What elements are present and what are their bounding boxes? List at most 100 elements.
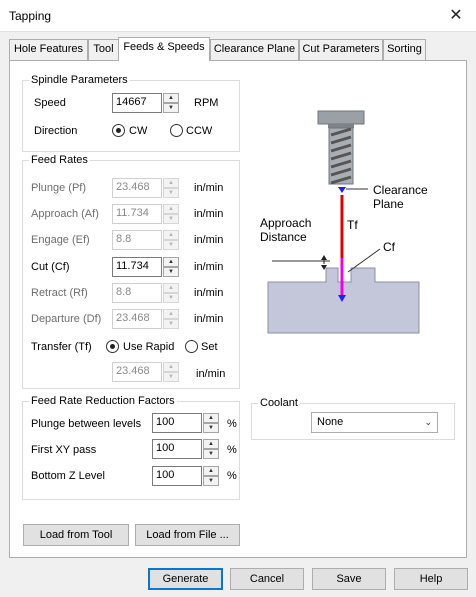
spin-down-icon[interactable]: ▼: [163, 214, 179, 224]
ccw-radio[interactable]: [170, 124, 183, 137]
coolant-label: Coolant: [258, 397, 300, 409]
tool-collar: [328, 124, 354, 128]
spin-down-icon[interactable]: ▼: [163, 267, 179, 277]
tab-feeds-speeds[interactable]: Feeds & Speeds: [118, 37, 210, 61]
close-icon[interactable]: ✕: [446, 6, 466, 26]
spin-down-icon[interactable]: ▼: [163, 372, 179, 382]
tf-label: Tf: [347, 218, 358, 232]
set-label: Set: [201, 341, 218, 353]
spin-up-icon[interactable]: ▲: [163, 93, 179, 103]
first-xy-pass-stepper[interactable]: ▲ ▼: [203, 439, 219, 459]
window-title: Tapping: [9, 9, 52, 23]
spin-up-icon[interactable]: ▲: [163, 204, 179, 214]
transfer-label: Transfer (Tf): [31, 341, 92, 353]
cut-label: Cut (Cf): [31, 261, 70, 273]
percent-label: %: [227, 444, 237, 456]
use-rapid-radio[interactable]: [106, 340, 119, 353]
retract-stepper[interactable]: ▲ ▼: [163, 283, 179, 303]
tab-sorting[interactable]: Sorting: [383, 39, 426, 60]
plunge-between-levels-stepper[interactable]: ▲ ▼: [203, 413, 219, 433]
spin-up-icon[interactable]: ▲: [203, 466, 219, 476]
retract-input[interactable]: 8.8: [112, 283, 162, 303]
first-xy-pass-input[interactable]: 100: [152, 439, 202, 459]
generate-button[interactable]: Generate: [148, 568, 223, 590]
spin-up-icon[interactable]: ▲: [163, 362, 179, 372]
spin-up-icon[interactable]: ▲: [163, 283, 179, 293]
plunge-input[interactable]: 23.468: [112, 178, 162, 198]
direction-label: Direction: [34, 125, 78, 137]
transfer-stepper[interactable]: ▲ ▼: [163, 362, 179, 382]
plunge-between-levels-input[interactable]: 100: [152, 413, 202, 433]
spin-up-icon[interactable]: ▲: [203, 439, 219, 449]
clearance-label-line2: Plane: [373, 197, 404, 211]
spin-up-icon[interactable]: ▲: [163, 309, 179, 319]
spin-down-icon[interactable]: ▼: [163, 319, 179, 329]
coolant-selected-value: None: [317, 416, 344, 428]
help-button[interactable]: Help: [394, 568, 468, 590]
cw-radio[interactable]: [112, 124, 125, 137]
tab-label: Feeds & Speeds: [123, 41, 205, 53]
percent-label: %: [227, 418, 237, 430]
tab-label: Sorting: [387, 43, 422, 55]
engage-label: Engage (Ef): [31, 234, 90, 246]
bottom-z-level-stepper[interactable]: ▲ ▼: [203, 466, 219, 486]
transfer-input[interactable]: 23.468: [112, 362, 162, 382]
cancel-button[interactable]: Cancel: [230, 568, 304, 590]
cf-label: Cf: [383, 240, 395, 254]
plunge-stepper[interactable]: ▲ ▼: [163, 178, 179, 198]
departure-input[interactable]: 23.468: [112, 309, 162, 329]
spin-up-icon[interactable]: ▲: [163, 178, 179, 188]
departure-stepper[interactable]: ▲ ▼: [163, 309, 179, 329]
spin-up-icon[interactable]: ▲: [203, 413, 219, 423]
departure-label: Departure (Df): [31, 313, 102, 325]
speed-input[interactable]: 14667: [112, 93, 162, 113]
load-from-file-button[interactable]: Load from File ...: [135, 524, 240, 546]
departure-unit: in/min: [194, 313, 224, 325]
coolant-select[interactable]: None ⌄: [311, 412, 438, 433]
tab-label: Clearance Plane: [213, 43, 296, 55]
tab-cut-parameters[interactable]: Cut Parameters: [299, 39, 383, 60]
engage-input[interactable]: 8.8: [112, 230, 162, 250]
tab-hole-features[interactable]: Hole Features: [9, 39, 88, 60]
approach-stepper[interactable]: ▲ ▼: [163, 204, 179, 224]
ccw-label: CCW: [186, 125, 213, 137]
feed-rates-label: Feed Rates: [29, 154, 90, 166]
plunge-unit: in/min: [194, 182, 224, 194]
percent-label: %: [227, 470, 237, 482]
approach-input[interactable]: 11.734: [112, 204, 162, 224]
retract-label: Retract (Rf): [31, 287, 88, 299]
plunge-label: Plunge (Pf): [31, 182, 87, 194]
approach-label-line2: Distance: [260, 230, 307, 244]
spin-down-icon[interactable]: ▼: [203, 449, 219, 459]
speed-unit-label: RPM: [194, 97, 219, 109]
set-radio[interactable]: [185, 340, 198, 353]
bottom-z-level-label: Bottom Z Level: [31, 470, 105, 482]
title-bar: [0, 0, 476, 32]
engage-stepper[interactable]: ▲ ▼: [163, 230, 179, 250]
engage-unit: in/min: [194, 234, 224, 246]
tool-holder: [317, 110, 365, 125]
approach-label: Approach (Af): [31, 208, 99, 220]
spin-up-icon[interactable]: ▲: [163, 230, 179, 240]
speed-label: Speed: [34, 97, 66, 109]
spin-down-icon[interactable]: ▼: [163, 188, 179, 198]
speed-stepper[interactable]: ▲ ▼: [163, 93, 179, 113]
first-xy-pass-label: First XY pass: [31, 444, 97, 456]
approach-unit: in/min: [194, 208, 224, 220]
reduction-factors-label: Feed Rate Reduction Factors: [29, 395, 177, 407]
load-from-tool-button[interactable]: Load from Tool: [23, 524, 129, 546]
tab-clearance-plane[interactable]: Clearance Plane: [210, 39, 299, 60]
cut-stepper[interactable]: ▲ ▼: [163, 257, 179, 277]
spin-down-icon[interactable]: ▼: [163, 240, 179, 250]
clearance-point-marker: [338, 187, 346, 193]
tab-tool[interactable]: Tool: [88, 39, 119, 60]
spin-down-icon[interactable]: ▼: [203, 423, 219, 433]
spin-down-icon[interactable]: ▼: [163, 103, 179, 113]
spin-down-icon[interactable]: ▼: [163, 293, 179, 303]
spin-down-icon[interactable]: ▼: [203, 476, 219, 486]
spin-up-icon[interactable]: ▲: [163, 257, 179, 267]
cut-input[interactable]: 11.734: [112, 257, 162, 277]
tab-label: Hole Features: [13, 43, 84, 55]
bottom-z-level-input[interactable]: 100: [152, 466, 202, 486]
save-button[interactable]: Save: [312, 568, 386, 590]
